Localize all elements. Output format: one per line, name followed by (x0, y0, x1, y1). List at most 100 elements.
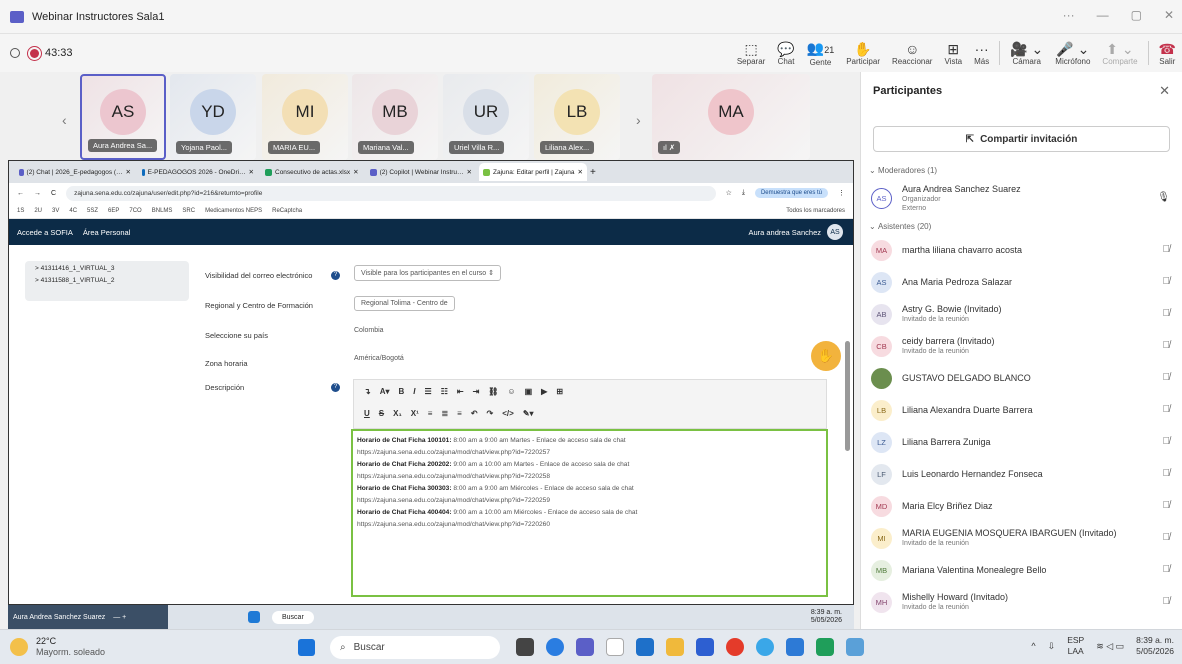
participant-tile[interactable]: MA ıl ✗ (652, 74, 810, 160)
table-icon[interactable]: ⊞ (556, 387, 563, 396)
taskbar-search[interactable]: ⌕ Buscar (330, 636, 500, 659)
browser-tab[interactable]: E-PEDAGOGOS 2026 - OneDri… ✕ (138, 163, 258, 181)
redo-icon[interactable]: ↷ (487, 409, 494, 418)
nav-personal-link[interactable]: Área Personal (83, 228, 131, 237)
participant-row[interactable]: GUSTAVO DELGADO BLANCO 🎙̸ (861, 362, 1182, 394)
font-icon[interactable]: A▾ (380, 387, 390, 396)
outlook-icon[interactable] (786, 638, 804, 656)
all-bookmarks[interactable]: Todos los marcadores (786, 208, 845, 214)
amazon-icon[interactable] (606, 638, 624, 656)
browser-tab[interactable]: Consecutivo de actas.xlsx ✕ (261, 163, 363, 181)
subscript-icon[interactable]: X₁ (393, 409, 402, 418)
browser-tab[interactable]: Zajuna: Editar perfil | Zajuna ✕ (479, 163, 587, 181)
help-icon[interactable]: ? (331, 271, 340, 280)
moderators-header[interactable]: ⌄ Moderadores (1) (861, 162, 1182, 178)
participant-row[interactable]: LZ Liliana Barrera Zuniga 🎙̸ (861, 426, 1182, 458)
camera-button[interactable]: 🎥 ⌄ Cámara (1004, 34, 1049, 72)
dropbox-icon[interactable] (636, 638, 654, 656)
back-icon[interactable]: ← (17, 190, 24, 197)
forward-icon[interactable]: → (34, 190, 41, 197)
profile-chip[interactable]: Demuestra que eres tú (754, 188, 828, 198)
tab-close-icon[interactable]: ✕ (467, 168, 472, 176)
bookmark-item[interactable]: 7CO (129, 208, 141, 214)
wifi-icon[interactable]: ≋ ◁ ▭ (1096, 641, 1124, 652)
mic-button[interactable]: 🎤 ⌄ Micrófono (1049, 34, 1096, 72)
restore-button[interactable]: ▢ (1131, 8, 1142, 22)
toolbar-button[interactable]: ··· Más (968, 34, 995, 72)
image-icon[interactable]: ▣ (525, 387, 533, 396)
store-icon[interactable] (696, 638, 714, 656)
excel-icon[interactable] (816, 638, 834, 656)
clock[interactable]: 8:39 a. m. 5/05/2026 (1136, 635, 1174, 657)
tab-close-icon[interactable]: ✕ (126, 168, 131, 176)
url-field[interactable]: zajuna.sena.edu.co/zajuna/user/edit.php?… (66, 185, 716, 201)
windows-icon[interactable] (248, 611, 260, 623)
bookmark-item[interactable]: Medicamentos NEPS (205, 208, 262, 214)
numbered-list-icon[interactable]: ☷ (441, 387, 448, 396)
toolbar-button[interactable]: 👥21 Gente (801, 34, 840, 72)
start-icon[interactable] (298, 639, 315, 656)
chevron-up-icon[interactable]: ^ (1031, 641, 1035, 651)
regional-field[interactable]: Regional Tolima - Centro de (354, 296, 455, 311)
weather-widget[interactable]: 22°C Mayorm. soleado (0, 636, 105, 658)
bold-icon[interactable]: B (399, 387, 405, 396)
toolbar-button[interactable]: 💬 Chat (771, 34, 800, 72)
link-icon[interactable]: ⛓ (488, 387, 498, 396)
align-left-icon[interactable]: ≡ (428, 409, 433, 418)
bookmark-item[interactable]: 6EP (108, 208, 119, 214)
bookmark-item[interactable]: 2U (34, 208, 42, 214)
clear-format-icon[interactable]: ✎▾ (523, 409, 534, 418)
user-avatar[interactable]: AS (827, 224, 843, 240)
bookmark-item[interactable]: 1S (17, 208, 24, 214)
course-item[interactable]: > 41311588_1_VIRTUAL_2 (35, 275, 179, 287)
emoji-icon[interactable]: ☺ (507, 387, 515, 396)
attendees-header[interactable]: ⌄ Asistentes (20) (861, 218, 1182, 234)
participant-row[interactable]: MA martha liliana chavarro acosta 🎙̸ (861, 234, 1182, 266)
undo-icon[interactable]: ↶ (471, 409, 478, 418)
close-button[interactable]: ✕ (1164, 8, 1174, 22)
indent-icon[interactable]: ⇥ (473, 387, 480, 396)
toolbar-button[interactable]: ⊞ Vista (938, 34, 968, 72)
skype-icon[interactable] (756, 638, 774, 656)
star-icon[interactable]: ☆ (726, 189, 732, 197)
inner-search[interactable]: Buscar (272, 610, 314, 624)
participant-row[interactable]: MD Maria Elcy Briñez Diaz 🎙̸ (861, 490, 1182, 522)
bookmark-item[interactable]: 3V (52, 208, 59, 214)
more-icon[interactable]: ··· (1063, 8, 1075, 22)
superscript-icon[interactable]: X¹ (411, 409, 419, 418)
tab-close-icon[interactable]: ✕ (249, 168, 254, 176)
bookmark-item[interactable]: 5SZ (87, 208, 98, 214)
html-icon[interactable]: </> (502, 409, 514, 418)
bookmark-item[interactable]: 4C (69, 208, 77, 214)
outdent-icon[interactable]: ⇤ (457, 387, 464, 396)
participant-row[interactable]: MH Mishelly Howard (Invitado) Invitado de … (861, 586, 1182, 618)
moderator-row[interactable]: AS Aura Andrea Sanchez Suarez Organizador… (861, 178, 1182, 218)
help-icon[interactable]: ? (331, 383, 340, 392)
toolbar-button[interactable]: ✋ Participar (840, 34, 886, 72)
participant-row[interactable]: AB Astry G. Bowie (Invitado) Invitado de l… (861, 298, 1182, 330)
download-icon[interactable]: ⤓ (742, 189, 745, 197)
participant-row[interactable]: LB Liliana Alexandra Duarte Barrera 🎙̸ (861, 394, 1182, 426)
edge-icon[interactable] (546, 638, 564, 656)
bookmark-item[interactable]: ReCaptcha (272, 208, 302, 214)
leave-button[interactable]: ☎ Salir (1153, 34, 1182, 72)
gallery-next-icon[interactable]: › (636, 112, 641, 128)
close-panel-icon[interactable]: ✕ (1159, 83, 1170, 99)
align-right-icon[interactable]: ≡ (457, 409, 462, 418)
share-invite-button[interactable]: ⇱ Compartir invitación (873, 126, 1170, 152)
participant-row[interactable]: CB ceidy barrera (Invitado) Invitado de la… (861, 330, 1182, 362)
participant-row[interactable]: LF Luis Leonardo Hernandez Fonseca 🎙̸ (861, 458, 1182, 490)
tab-close-icon[interactable]: ✕ (353, 168, 358, 176)
photos-icon[interactable] (846, 638, 864, 656)
participant-row[interactable]: MB Mariana Valentina Monealegre Bello 🎙̸ (861, 554, 1182, 586)
tab-close-icon[interactable]: ✕ (578, 168, 583, 176)
participant-row[interactable]: AS Ana Maria Pedroza Salazar 🎙̸ (861, 266, 1182, 298)
underline-icon[interactable]: U (364, 409, 370, 418)
timezone-value[interactable]: América/Bogotá (354, 355, 404, 362)
reload-icon[interactable]: C (51, 190, 56, 197)
new-tab-icon[interactable]: + (590, 167, 596, 178)
share-button[interactable]: ⬆ ⌄ Comparte (1096, 34, 1143, 72)
folder-icon[interactable] (666, 638, 684, 656)
opera-icon[interactable] (726, 638, 744, 656)
participant-tile[interactable]: AS Aura Andrea Sa... (80, 74, 166, 160)
